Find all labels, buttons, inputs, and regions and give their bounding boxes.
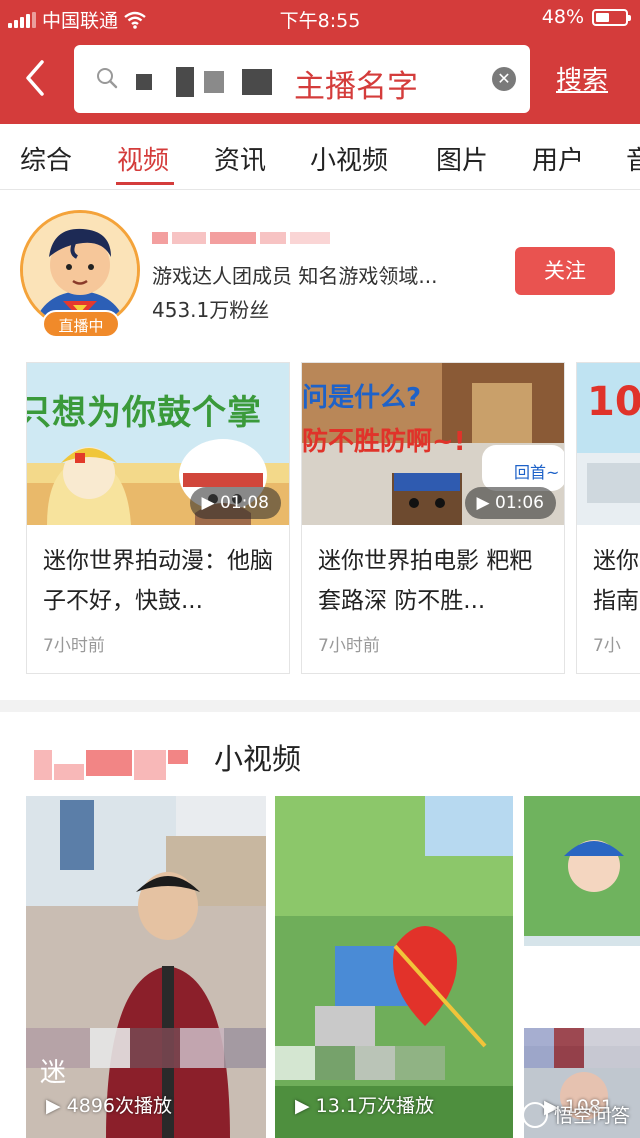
active-tab-indicator [116, 182, 174, 185]
tab-video[interactable]: 视频 [117, 140, 169, 177]
mosaic-overlay [524, 1028, 640, 1068]
battery-fill [596, 12, 609, 22]
section-title: 小视频 [214, 742, 302, 776]
video-title: 迷你世界拍动漫：他脑子不好，快鼓... [43, 548, 273, 614]
screen: 中国联通 下午8:55 48% 主播名字 ✕ 搜索 综合 视频 资讯 小视频 图… [0, 0, 640, 1138]
video-duration: ▶ 01:06 [464, 487, 556, 519]
thumbnail-caption: 问是什么? [302, 383, 422, 413]
thumbnail-caption: 10 [587, 379, 640, 425]
redacted-label [34, 750, 188, 780]
search-button[interactable]: 搜索 [556, 60, 608, 97]
follow-button[interactable]: 关注 [515, 247, 615, 295]
live-badge: 直播中 [42, 310, 120, 338]
fans-count: 453.1万粉丝 [152, 298, 270, 322]
back-button[interactable] [16, 56, 56, 100]
battery-percent: 48% [541, 6, 584, 28]
top-bar: 中国联通 下午8:55 48% 主播名字 ✕ 搜索 [0, 0, 640, 124]
small-video-thumbnail [275, 796, 513, 1138]
video-list: 只想为你鼓个掌 ▶ 01:08 迷你世界拍动漫：他脑子不好，快鼓... 7小时前 [0, 362, 640, 676]
clear-icon[interactable]: ✕ [492, 67, 516, 91]
thumbnail-caption: 回首~ [514, 463, 560, 482]
video-time: 7小时前 [43, 636, 105, 656]
video-title: 迷你世界拍电影 粑粑套路深 防不胜... [318, 548, 533, 614]
tab-news[interactable]: 资讯 [214, 140, 266, 177]
section-divider [0, 700, 640, 712]
tab-users[interactable]: 用户 [532, 140, 584, 177]
watermark: 悟空问答 [521, 1101, 630, 1128]
battery-icon [592, 8, 631, 26]
tab-all[interactable]: 综合 [20, 140, 72, 177]
video-duration: ▶ 01:08 [189, 487, 281, 519]
chevron-left-icon [26, 60, 44, 96]
video-time: 7小 [593, 636, 621, 656]
watermark-text: 悟空问答 [553, 1105, 630, 1127]
search-icon [97, 68, 118, 89]
play-count: ▶ 4896次播放 [46, 1095, 173, 1117]
video-card[interactable]: 只想为你鼓个掌 ▶ 01:08 迷你世界拍动漫：他脑子不好，快鼓... 7小时前 [26, 362, 290, 674]
redacted-query [136, 67, 272, 97]
category-tabs: 综合 视频 资讯 小视频 图片 用户 音 [0, 124, 640, 190]
tab-small-video[interactable]: 小视频 [310, 140, 388, 177]
video-card[interactable]: 问是什么? 防不胜防啊~! 回首~ ▶ 01:06 迷你世界拍电影 粑粑套路深 … [301, 362, 565, 674]
play-count: ▶ 13.1万次播放 [295, 1095, 434, 1117]
wukong-logo-icon [521, 1101, 548, 1128]
small-video-card[interactable]: ▶ 1081 [524, 796, 640, 1138]
mosaic-overlay [275, 1046, 445, 1080]
video-time: 7小时前 [318, 636, 380, 656]
small-video-caption: 迷 [40, 1058, 67, 1088]
tab-images[interactable]: 图片 [436, 140, 488, 177]
video-thumbnail: 10 [577, 363, 640, 525]
user-card[interactable]: 直播中 游戏达人团成员 知名游戏领域... 453.1万粉丝 关注 [0, 190, 640, 350]
search-query: 主播名字 [294, 69, 418, 105]
thumbnail-caption: 防不胜防啊~! [302, 427, 466, 457]
video-title: 迷你指南 [593, 548, 639, 614]
video-card[interactable]: 10 迷你指南 7小 [576, 362, 640, 674]
video-thumbnail: 问是什么? 防不胜防啊~! 回首~ ▶ 01:06 [302, 363, 564, 525]
status-bar: 中国联通 下午8:55 48% [0, 0, 640, 36]
video-thumbnail: 只想为你鼓个掌 ▶ 01:08 [27, 363, 289, 525]
search-input[interactable]: 主播名字 ✕ [74, 45, 530, 113]
thumbnail-caption: 只想为你鼓个掌 [27, 393, 262, 433]
redacted-username [152, 232, 330, 244]
small-video-thumbnail [524, 796, 640, 1138]
user-description: 游戏达人团成员 知名游戏领域... [152, 264, 438, 288]
tab-music[interactable]: 音 [626, 140, 640, 177]
small-video-card[interactable]: ▶ 13.1万次播放 [275, 796, 513, 1138]
small-video-card[interactable]: 迷 ▶ 4896次播放 [26, 796, 266, 1138]
small-video-header: 小视频 [0, 712, 640, 796]
